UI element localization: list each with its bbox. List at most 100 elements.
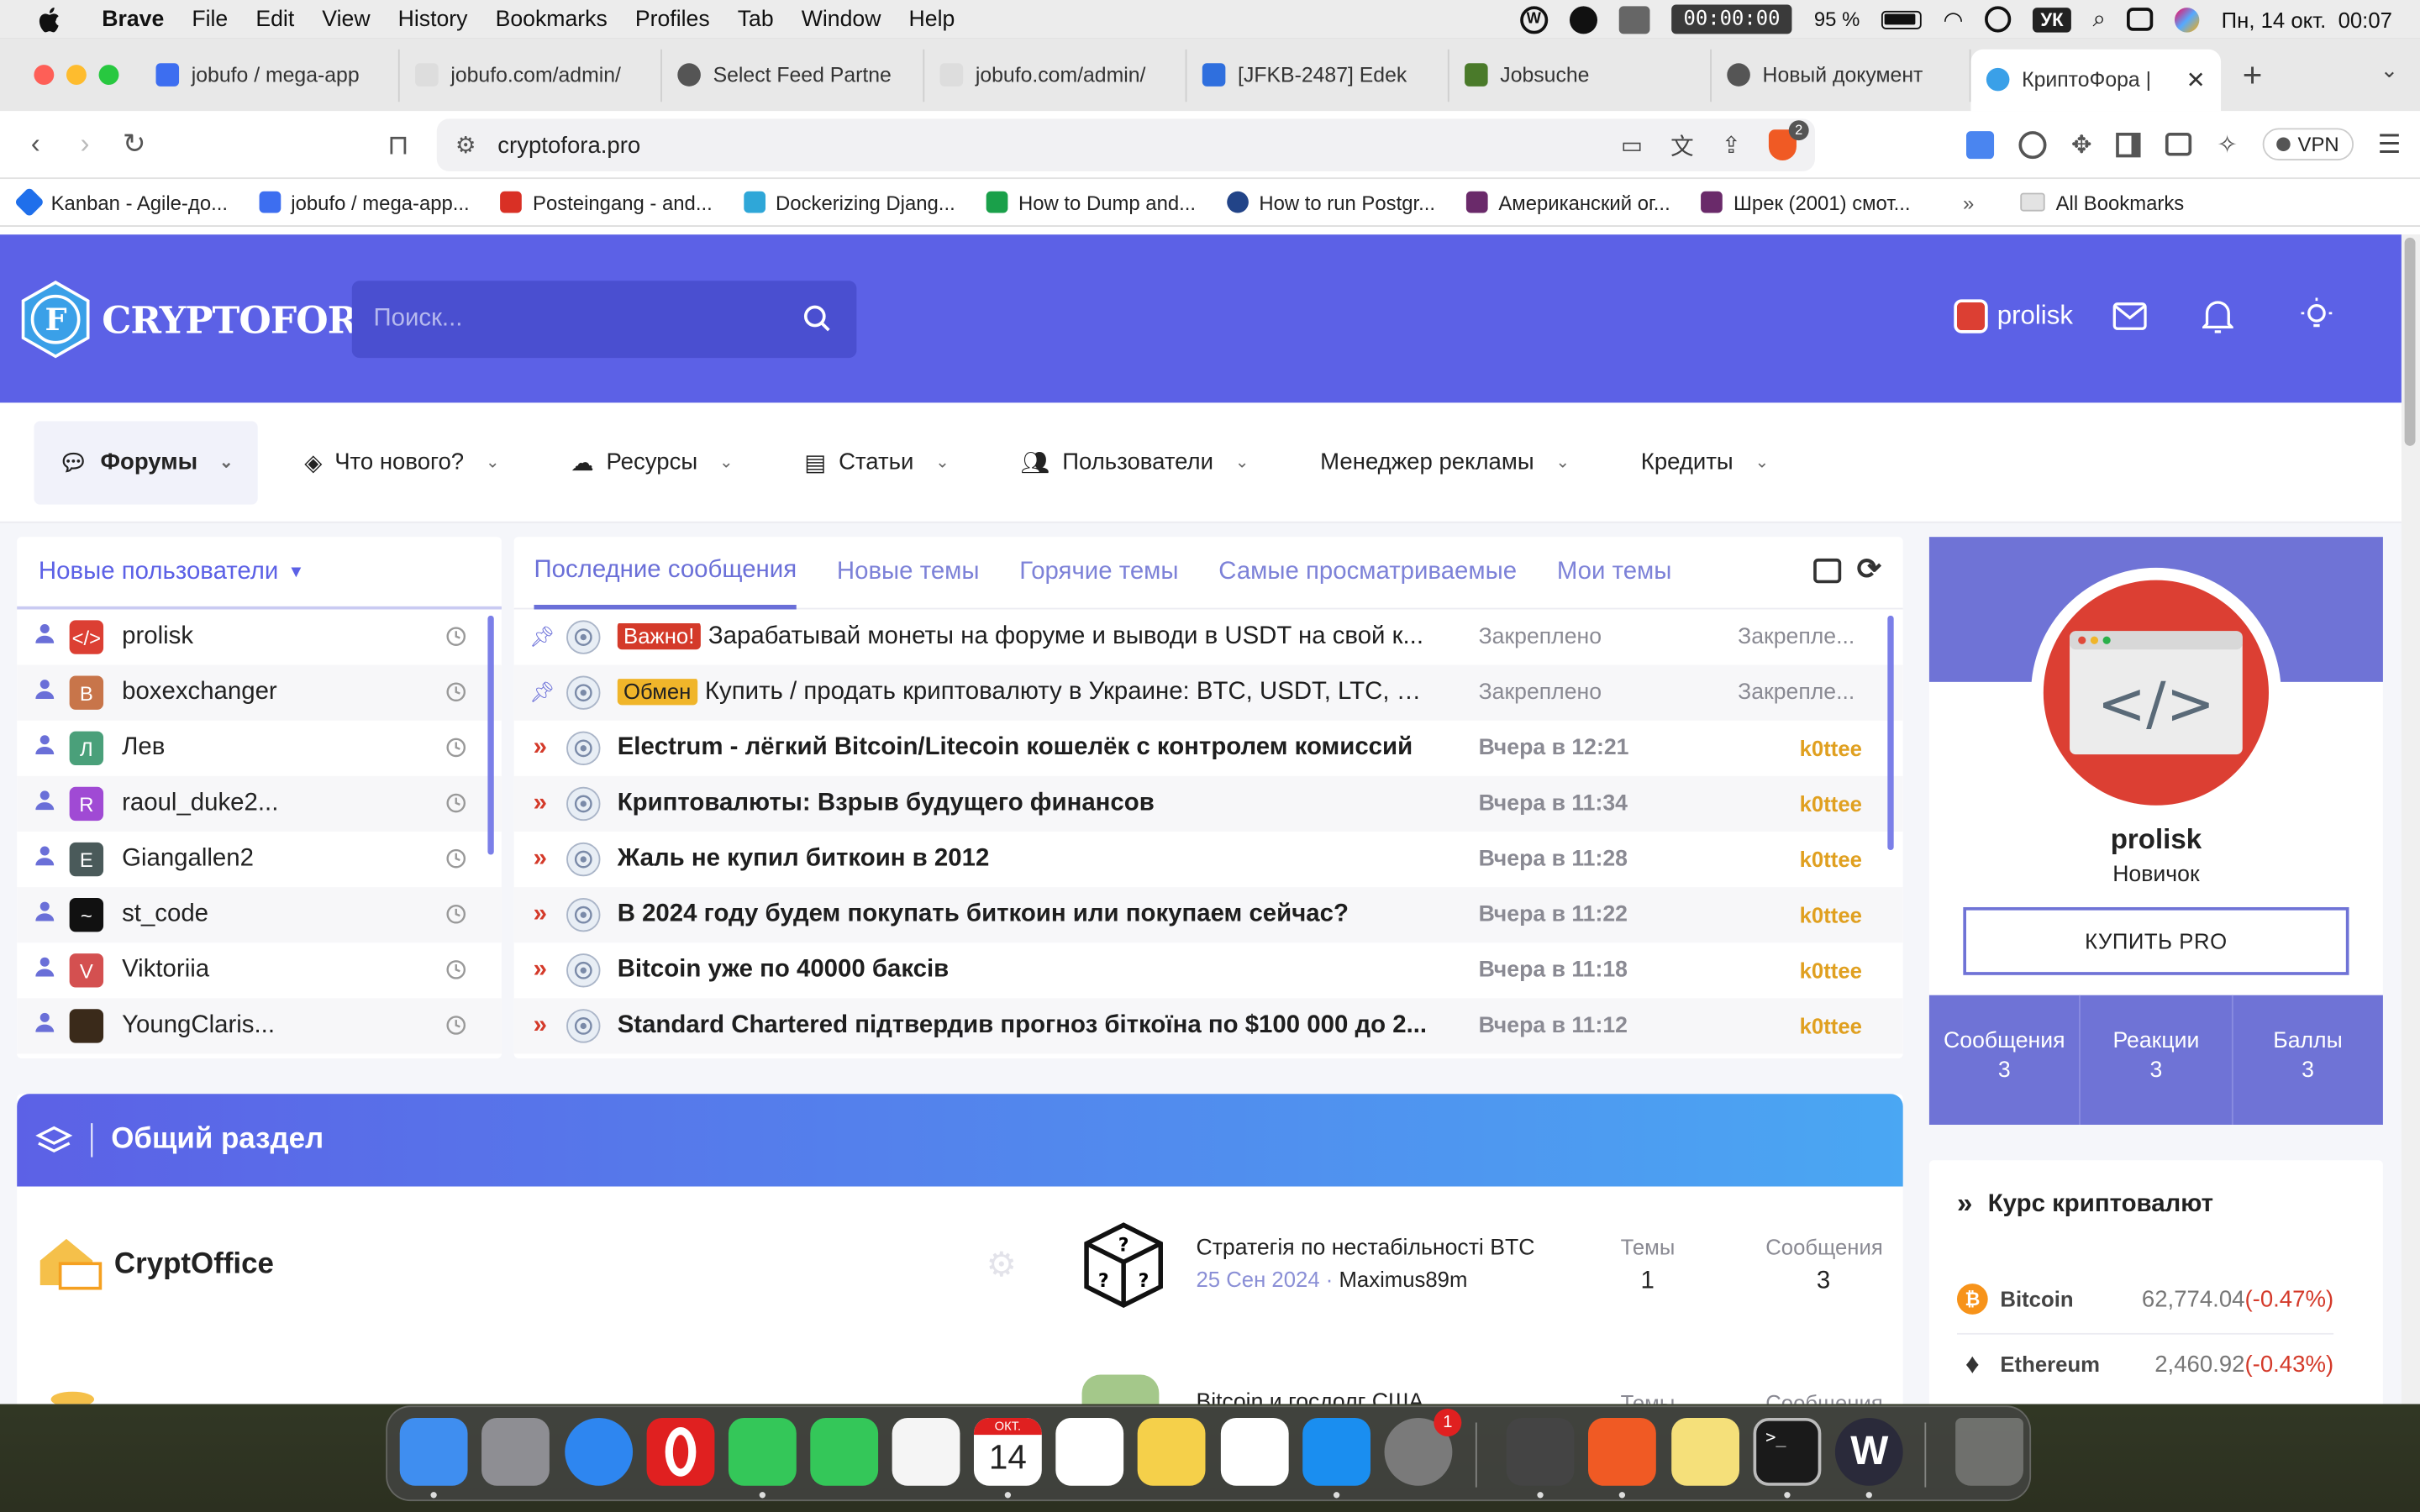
messages-icon[interactable] <box>810 1417 879 1486</box>
thread-title-text[interactable]: В 2024 году будем покупать биткоин или п… <box>618 901 1349 927</box>
stat-reactions[interactable]: Реакции 3 <box>2081 995 2233 1125</box>
thread-avatar[interactable] <box>566 1009 601 1043</box>
launchpad-icon[interactable] <box>481 1417 550 1486</box>
buy-pro-button[interactable]: КУПИТЬ PRO <box>1963 906 2349 975</box>
thread-author[interactable]: k0ttee <box>1800 791 1862 816</box>
users-scrollbar[interactable] <box>487 615 494 855</box>
lightbulb-icon[interactable] <box>2300 297 2333 330</box>
thread-row[interactable]: » Криптовалюты: Взрыв будущего финансов Вч… <box>513 775 1903 832</box>
zoom-window-button[interactable] <box>98 65 119 86</box>
menubar-clock[interactable]: Пн, 14 окт. 00:07 <box>2222 7 2392 31</box>
thread-avatar[interactable] <box>566 953 601 988</box>
stat-points[interactable]: Баллы 3 <box>2233 995 2383 1125</box>
list-menubar-icon[interactable] <box>1569 5 1597 34</box>
archive-icon[interactable] <box>1813 558 1842 584</box>
nav-resources[interactable]: ☁ Ресурсы ⌄ <box>546 421 758 504</box>
sidebar-icon[interactable] <box>2116 132 2142 157</box>
refresh-icon[interactable]: ⟳ <box>1857 553 1881 588</box>
thread-row[interactable]: » В 2024 году будем покупать биткоин или … <box>513 887 1903 943</box>
thread-avatar[interactable] <box>566 897 601 932</box>
new-user-row[interactable]: Bboxexchanger <box>17 664 502 721</box>
google-translate-icon[interactable] <box>1965 130 1995 159</box>
notes-icon[interactable] <box>1137 1417 1206 1486</box>
menu-bookmarks[interactable]: Bookmarks <box>496 7 608 31</box>
facetime-icon[interactable] <box>728 1417 797 1486</box>
keyboard-layout[interactable]: УК <box>2033 7 2071 32</box>
winx-icon[interactable]: W <box>1834 1417 1903 1486</box>
nav-ad-manager[interactable]: Менеджер рекламы ⌄ <box>1296 421 1595 504</box>
thread-title[interactable]: Standard Chartered підтвердив прогноз бі… <box>618 1012 1433 1040</box>
tab-latest-posts[interactable]: Последние сообщения <box>534 536 797 609</box>
nav-whats-new[interactable]: ◈ Что нового? ⌄ <box>280 421 524 504</box>
tab-most-viewed[interactable]: Самые просматриваемые <box>1218 536 1517 608</box>
user-menubar-icon[interactable] <box>1985 6 2012 33</box>
trash-icon[interactable] <box>1955 1417 2023 1486</box>
thread-author[interactable]: Закрепле... <box>1738 680 1854 705</box>
new-user-row[interactable]: </> prolisk <box>17 610 502 665</box>
apple-icon[interactable] <box>34 5 61 33</box>
thread-author[interactable]: k0ttee <box>1800 902 1862 927</box>
thread-avatar[interactable] <box>566 842 601 877</box>
user-name[interactable]: Giangallen2 <box>122 846 254 874</box>
user-name[interactable]: Viktoriia <box>122 957 209 984</box>
new-user-row[interactable]: V Viktoriia <box>17 942 502 998</box>
winx-menubar-icon[interactable]: W <box>1519 5 1548 34</box>
menu-help[interactable]: Help <box>909 7 955 31</box>
browser-tab[interactable]: jobufo.com/admin/ <box>400 48 662 102</box>
bookmark-item[interactable]: Kanban - Agile-до... <box>13 186 228 218</box>
bookmark-item[interactable]: Американский ог... <box>1465 191 1670 213</box>
nav-users[interactable]: 👥︎ Пользователи ⌄ <box>996 421 1274 504</box>
new-tab-button[interactable]: + <box>2243 55 2263 95</box>
thread-row[interactable]: » Жаль не купил биткоин в 2012 Вчера в 11:… <box>514 832 1903 887</box>
stat-messages[interactable]: Сообщения 3 <box>1929 995 2081 1125</box>
tab-my-threads[interactable]: Мои темы <box>1557 536 1672 608</box>
node-title[interactable]: CryptOffice <box>114 1248 274 1282</box>
share-icon[interactable]: ⇪ <box>1722 131 1741 159</box>
bookmark-item[interactable]: jobufo / mega-app... <box>258 191 470 213</box>
reminders-icon[interactable] <box>1055 1417 1124 1486</box>
messages-scrollbar[interactable] <box>1887 615 1894 851</box>
thread-title[interactable]: Жаль не купил биткоин в 2012 <box>618 846 1433 874</box>
user-avatar[interactable] <box>69 1009 104 1043</box>
user-avatar[interactable]: E <box>69 842 104 877</box>
user-name[interactable]: st_code <box>122 901 208 929</box>
site-search-input[interactable]: Поиск... <box>351 281 857 359</box>
screen-timer[interactable]: 00:00:00 <box>1670 4 1793 34</box>
mail-icon[interactable] <box>2112 302 2147 330</box>
settings-icon[interactable]: 1 <box>1384 1408 1462 1486</box>
chevron-down-icon[interactable]: ⌄ <box>1754 452 1769 472</box>
thread-title[interactable]: Bitcoin уже по 40000 баксів <box>618 957 1433 984</box>
sublime-icon[interactable] <box>1506 1417 1575 1486</box>
browser-tab[interactable]: jobufo / mega-app <box>140 48 400 102</box>
user-name[interactable]: boxexchanger <box>122 679 277 706</box>
thread-title-text[interactable]: Bitcoin уже по 40000 баксів <box>618 957 950 983</box>
page-scroll-thumb[interactable] <box>2404 237 2416 446</box>
new-users-dropdown[interactable]: Новые пользователи ▼ <box>17 537 502 610</box>
chevron-down-icon[interactable]: ⌄ <box>1555 452 1570 472</box>
brave-icon[interactable] <box>1587 1417 1656 1486</box>
forum-section-header[interactable]: Общий раздел <box>17 1094 1903 1187</box>
opera-icon[interactable] <box>646 1417 715 1486</box>
thread-avatar[interactable] <box>566 731 601 766</box>
battery-icon[interactable] <box>1881 9 1922 29</box>
user-name[interactable]: Лев <box>122 734 165 762</box>
control-center-icon[interactable] <box>2127 8 2154 31</box>
menu-tab[interactable]: Tab <box>738 7 774 31</box>
bookmark-item[interactable]: How to Dump and... <box>986 191 1196 213</box>
nav-forums[interactable]: 💬︎ Форумы ⌄ <box>34 420 259 504</box>
extension-icon[interactable] <box>2018 130 2047 159</box>
user-name[interactable]: prolisk <box>122 623 193 651</box>
address-bar[interactable]: ⚙ cryptofora.pro ▭ 文 ⇪ 2 <box>436 118 1815 171</box>
last-post-date[interactable]: 25 Сен 2024 <box>1196 1267 1319 1291</box>
pinned-thread-row[interactable]: 📌︎ Важно! Зарабатывай монеты на форуме и в… <box>514 610 1903 665</box>
wifi-icon[interactable]: ◠ <box>1944 5 1964 33</box>
new-user-row[interactable]: YoungClaris... <box>17 998 502 1054</box>
new-user-row[interactable]: Л Лев <box>17 721 502 776</box>
site-settings-icon[interactable]: ⚙ <box>455 131 476 159</box>
user-name[interactable]: raoul_duke2... <box>122 790 278 817</box>
leo-icon[interactable]: ✧ <box>2217 129 2238 160</box>
user-avatar[interactable]: V <box>69 953 104 988</box>
thread-row[interactable]: » Electrum - лёгкий Bitcoin/Litecoin коше… <box>514 721 1903 776</box>
thread-avatar[interactable] <box>566 620 601 654</box>
user-avatar[interactable]: </> <box>69 620 104 654</box>
